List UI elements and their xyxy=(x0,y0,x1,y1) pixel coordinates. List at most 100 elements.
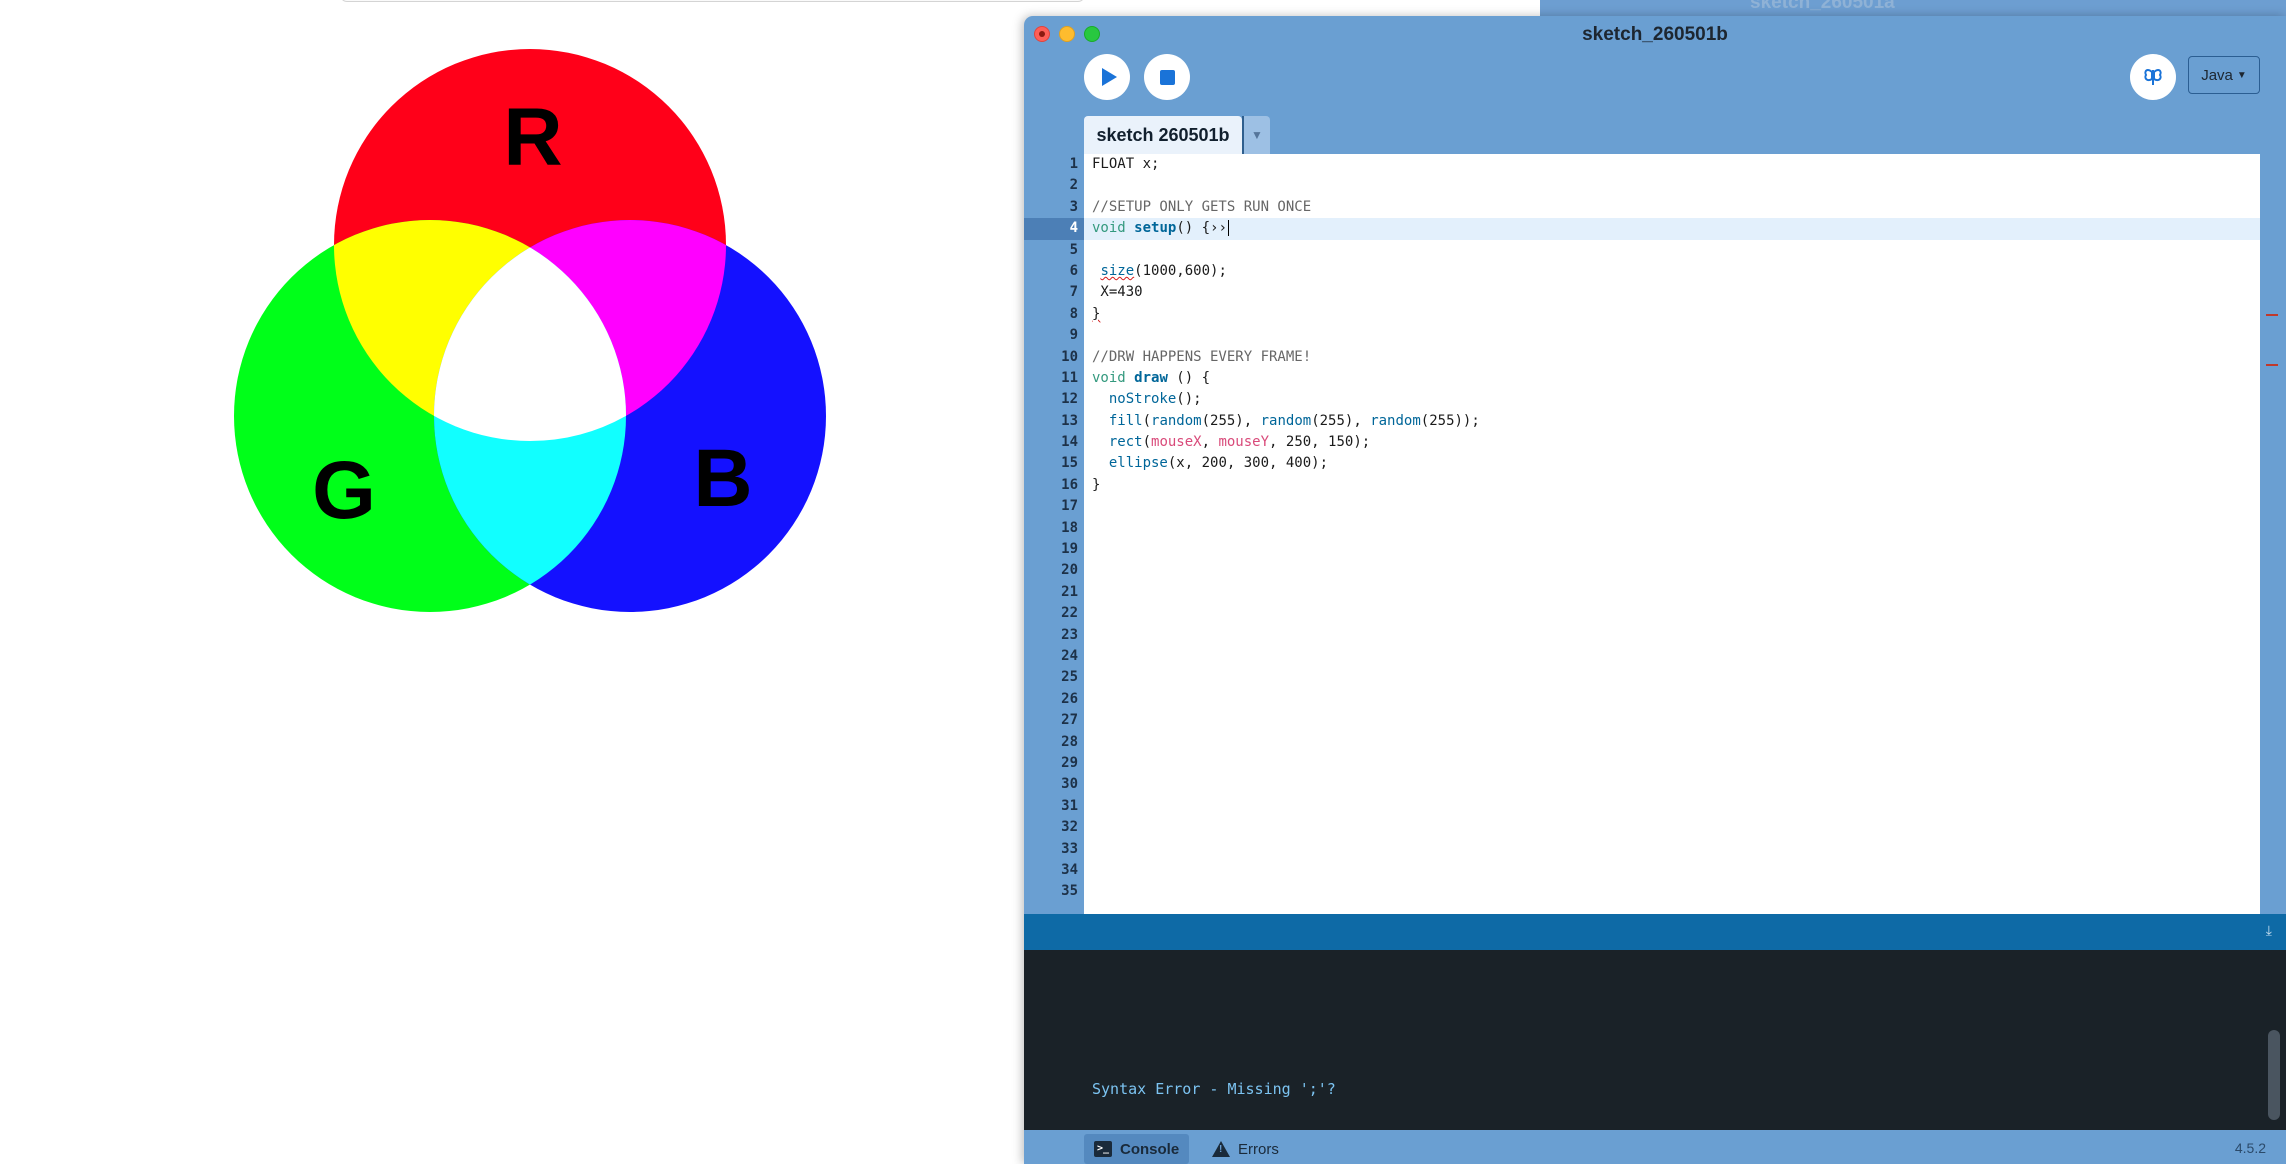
code-token: mouseY xyxy=(1218,434,1270,451)
line-number: 6 xyxy=(1069,262,1078,279)
tab-console-label: Console xyxy=(1120,1140,1180,1158)
tab-errors[interactable]: ! Errors xyxy=(1202,1134,1289,1164)
console-scrollbar[interactable] xyxy=(2268,1030,2280,1120)
code-line-7: X=430 xyxy=(1092,284,1143,301)
code-line-8: } xyxy=(1084,304,2260,325)
line-number: 3 xyxy=(1069,198,1078,215)
error-marker[interactable] xyxy=(2266,364,2278,366)
line-number: 17 xyxy=(1061,498,1078,515)
tab-errors-label: Errors xyxy=(1238,1140,1279,1158)
run-button[interactable] xyxy=(1084,54,1130,100)
label-b: B xyxy=(693,433,752,524)
line-number: 2 xyxy=(1069,177,1078,194)
debug-button[interactable] xyxy=(2130,54,2176,100)
code-line-14: rect(mouseX, mouseY, 250, 150); xyxy=(1108,434,1371,451)
error-marker[interactable] xyxy=(2266,314,2278,316)
code-token: mouseX xyxy=(1151,434,1202,451)
line-number: 30 xyxy=(1061,776,1078,793)
code-token: rect xyxy=(1108,434,1143,451)
console-message: Syntax Error - Missing ';'? xyxy=(1092,1080,1336,1098)
line-number: 9 xyxy=(1069,327,1078,344)
line-number: 13 xyxy=(1061,412,1078,429)
butterfly-icon xyxy=(2144,69,2162,85)
line-number: 21 xyxy=(1061,583,1078,600)
background-window-title: sketch_260501a xyxy=(1750,0,1895,13)
tab-menu-button[interactable]: ▼ xyxy=(1242,116,1270,154)
code-token: noStroke xyxy=(1108,391,1177,408)
code-token: ellipse xyxy=(1108,455,1168,472)
code-line-1: FLOAT x; xyxy=(1092,156,1160,172)
line-number: 26 xyxy=(1061,690,1078,707)
line-number: 22 xyxy=(1061,605,1078,622)
label-r: R xyxy=(503,92,562,183)
label-g: G xyxy=(312,445,376,536)
line-number: 28 xyxy=(1061,733,1078,750)
code-line-6: size(1000,600); xyxy=(1100,262,1227,279)
line-number: 20 xyxy=(1061,562,1078,579)
tab-sketch[interactable]: sketch 260501b xyxy=(1084,116,1242,154)
line-number: 11 xyxy=(1061,369,1078,386)
line-number: 23 xyxy=(1061,626,1078,643)
line-number: 31 xyxy=(1061,797,1078,814)
desktop: sketch_260501a R G B sketch_260501b Java… xyxy=(0,0,2286,1164)
text-cursor xyxy=(1227,220,1229,237)
line-number: 35 xyxy=(1061,883,1078,900)
line-number-gutter: 1 2 3 4 5 6 7 8 9 10 11 12 13 14 15 16 17 18 19 20 21 22 23 24 2… xyxy=(1024,154,1084,914)
terminal-icon: >_ xyxy=(1094,1141,1112,1157)
code-line-3: //SETUP ONLY GETS RUN ONCE xyxy=(1084,197,2260,218)
warning-icon: ! xyxy=(1212,1141,1230,1157)
rgb-venn-diagram: R G B xyxy=(234,49,826,612)
comment: //DRW HAPPENS EVERY FRAME! xyxy=(1092,348,1312,365)
line-number: 25 xyxy=(1061,669,1078,686)
line-number: 19 xyxy=(1061,541,1078,558)
version-label: 4.5.2 xyxy=(2234,1140,2266,1156)
line-number: 7 xyxy=(1069,284,1078,301)
code-line-10: //DRW HAPPENS EVERY FRAME! xyxy=(1084,347,2260,368)
line-number: 24 xyxy=(1061,647,1078,664)
code-line-12: noStroke(); xyxy=(1108,391,1202,408)
code-line-11: void draw () { xyxy=(1092,369,1211,386)
chevron-down-icon: ▼ xyxy=(2236,69,2247,81)
chevron-down-icon: ▼ xyxy=(1251,128,1263,142)
code-token: random xyxy=(1151,412,1202,429)
editor-scrollbar[interactable] xyxy=(2260,154,2286,914)
code-line-4: void setup() {›› xyxy=(1084,218,2260,240)
line-number: 8 xyxy=(1069,305,1078,322)
line-number: 5 xyxy=(1069,241,1078,258)
code-line-13: fill(random(255), random(255), random(25… xyxy=(1108,412,1480,429)
clear-console-icon[interactable]: ⤓ xyxy=(2266,922,2272,939)
background-browser-url-bar[interactable] xyxy=(340,0,1085,2)
tab-console[interactable]: >_ Console xyxy=(1084,1134,1190,1164)
line-number: 15 xyxy=(1061,455,1078,472)
console-divider[interactable]: ⤓ xyxy=(1024,914,2286,950)
comment: //SETUP ONLY GETS RUN ONCE xyxy=(1092,198,1312,215)
code-token: draw xyxy=(1134,369,1168,386)
line-number: 27 xyxy=(1061,712,1078,729)
line-number: 14 xyxy=(1061,434,1078,451)
code-line-15: ellipse(x, 200, 300, 400); xyxy=(1108,455,1329,472)
line-number: 33 xyxy=(1061,840,1078,857)
stop-button[interactable] xyxy=(1144,54,1190,100)
tab-label: sketch 260501b xyxy=(1096,124,1230,145)
line-number: 10 xyxy=(1061,348,1078,365)
line-number: 12 xyxy=(1061,391,1078,408)
line-number: 1 xyxy=(1069,156,1078,172)
line-number: 34 xyxy=(1061,861,1078,878)
code-token: } xyxy=(1092,305,1101,322)
line-number: 18 xyxy=(1061,519,1078,536)
code-token: random xyxy=(1370,412,1421,429)
console-panel: Syntax Error - Missing ';'? xyxy=(1024,950,2286,1130)
code-line-16: } xyxy=(1092,476,1101,493)
code-editor[interactable]: FLOAT x; //SETUP ONLY GETS RUN ONCE void… xyxy=(1084,154,2260,914)
code-token: void xyxy=(1092,369,1126,386)
code-token: void xyxy=(1092,220,1126,237)
mode-label: Java xyxy=(2201,66,2233,84)
footer-bar: >_ Console ! Errors 4.5.2 xyxy=(1024,1130,2286,1164)
line-number: 4 xyxy=(1024,218,1084,240)
mode-select[interactable]: Java ▼ xyxy=(2188,56,2260,94)
window-title: sketch_260501b xyxy=(1582,24,1728,45)
code-token: setup xyxy=(1134,220,1177,237)
